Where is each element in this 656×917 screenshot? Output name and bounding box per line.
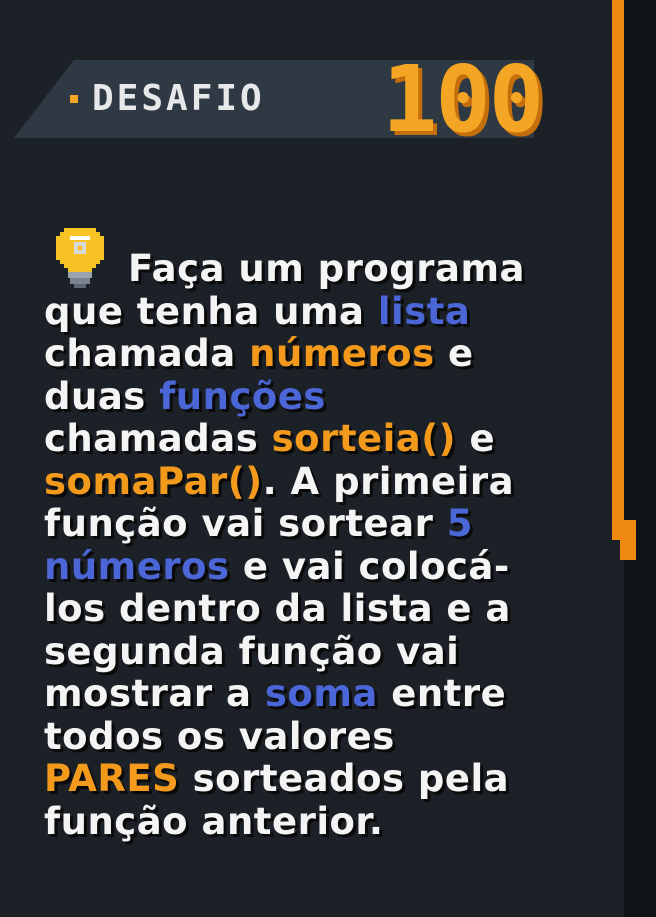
challenge-description: Faça um programa que tenha uma lista cha… [44,247,574,843]
description-line: segunda função vai [44,629,460,673]
description-line: que tenha uma lista [44,289,471,333]
description-line: chamada números e [44,332,474,375]
description-line: números e vai colocá- [44,544,510,588]
highlight-funcoes: funções [159,374,326,418]
highlight-sorteia: sorteia() [271,417,457,460]
challenge-number: 100 [382,46,544,153]
description-line: somaPar(). A primeira [44,459,515,503]
highlight-five: 5 [446,502,473,545]
description-line: função anterior. [44,799,384,843]
description-line: todos os valores [44,714,395,758]
description-line: mostrar a soma entre [44,672,507,715]
description-line: função vai sortear 5 [44,502,473,545]
description-line: chamadas sorteia() e [44,417,496,460]
challenge-label-text: DESAFIO [92,78,265,119]
description-line: Faça um programa [128,247,526,290]
highlight-numeros: números [249,332,435,375]
description-line: PARES sorteados pela [44,757,510,800]
highlight-somapar: somaPar() [44,459,263,503]
description-line: duas funções [44,374,326,418]
highlight-soma: soma [264,672,378,715]
description-line: los dentro da lista e a [44,587,511,630]
highlight-pares: PARES [44,757,180,800]
bullet-icon [70,94,78,103]
right-frame-decoration [612,0,656,917]
highlight-numeros-2: números [44,544,230,588]
highlight-lista: lista [377,289,471,333]
challenge-label: DESAFIO [70,78,265,119]
